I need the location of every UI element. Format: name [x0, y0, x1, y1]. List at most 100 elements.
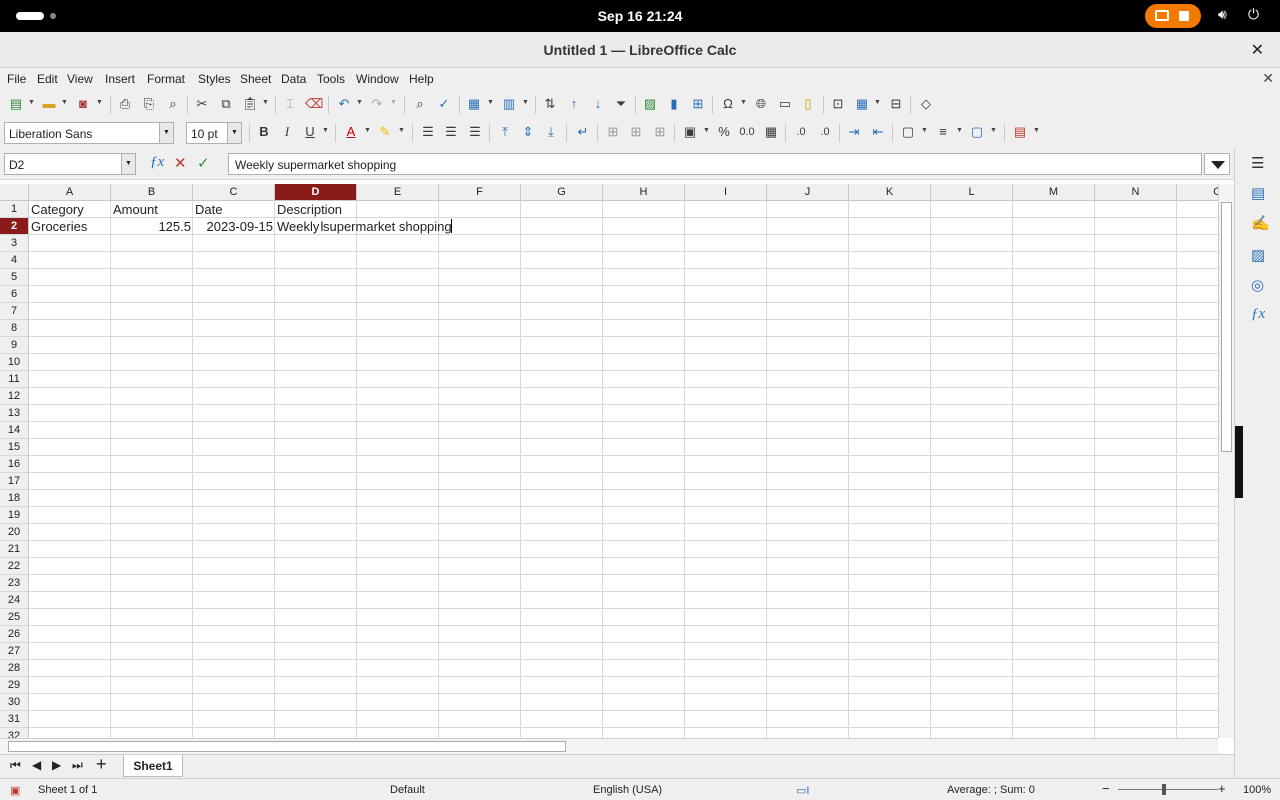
menu-tools[interactable]: Tools [317, 72, 345, 86]
column-header[interactable]: K [849, 184, 931, 201]
hyperlink-icon[interactable]: 🌐︎ [752, 95, 770, 113]
center-vertically-icon[interactable]: ⇕ [519, 123, 537, 141]
row-header[interactable]: 8 [0, 320, 29, 337]
wrap-text-icon[interactable]: ↵ [574, 123, 592, 141]
row-header[interactable]: 28 [0, 660, 29, 677]
show-draw-functions-icon[interactable]: ◇ [917, 95, 935, 113]
row-header[interactable]: 31 [0, 711, 29, 728]
row-header[interactable]: 26 [0, 626, 29, 643]
conditional-format-icon[interactable]: ▤ [1011, 123, 1029, 141]
chevron-down-icon[interactable]: ▼ [356, 99, 363, 106]
chevron-down-icon[interactable]: ▼ [28, 99, 35, 106]
cell-b1[interactable]: Amount [111, 201, 160, 218]
column-header[interactable]: I [685, 184, 767, 201]
select-all-corner[interactable] [0, 184, 29, 201]
row-header[interactable]: 18 [0, 490, 29, 507]
export-pdf-icon[interactable]: ⎙ [116, 95, 134, 113]
page-style[interactable]: Default [390, 784, 425, 796]
define-print-area-icon[interactable]: ⊡ [829, 95, 847, 113]
menu-sheet[interactable]: Sheet [240, 72, 271, 86]
spreadsheet-grid[interactable]: ABCDEFGHIJKLMNO 1 2 3 4 5 6 7 8 9 10 11 12 13 14 15 16 1… [0, 184, 1218, 738]
align-left-icon[interactable]: ☰ [419, 123, 437, 141]
last-sheet-icon[interactable]: ⏭ [72, 758, 83, 773]
volume-icon[interactable]: 🔊︎ [1218, 6, 1227, 23]
row-header[interactable]: 6 [0, 286, 29, 303]
cell-b2[interactable]: 125.5 [111, 218, 193, 235]
row-header[interactable]: 16 [0, 456, 29, 473]
print-preview-icon[interactable]: ⌕ [164, 95, 182, 113]
chevron-down-icon[interactable]: ▼ [487, 99, 494, 106]
row-header[interactable]: 21 [0, 541, 29, 558]
row-header[interactable]: 22 [0, 558, 29, 575]
column-header[interactable]: B [111, 184, 193, 201]
row-header[interactable]: 27 [0, 643, 29, 660]
delete-decimal-icon[interactable]: .0 [816, 123, 834, 141]
increase-indent-icon[interactable]: ⇥ [845, 123, 863, 141]
zoom-slider[interactable] [1118, 789, 1218, 790]
close-document-icon[interactable]: ✕ [1262, 70, 1274, 87]
function-wizard-icon[interactable]: ƒx [150, 154, 164, 171]
column-header[interactable]: F [439, 184, 521, 201]
chevron-down-icon[interactable]: ▼ [874, 99, 881, 106]
row-icon[interactable]: ▦ [465, 95, 483, 113]
unmerge-cells-icon[interactable]: ⊞ [651, 123, 669, 141]
column-header[interactable]: G [521, 184, 603, 201]
menu-styles[interactable]: Styles [198, 72, 231, 86]
properties-icon[interactable]: ▤ [1251, 184, 1265, 202]
row-header[interactable]: 30 [0, 694, 29, 711]
cell-d2[interactable]: Weekly supermarket shopping [275, 218, 454, 235]
chevron-down-icon[interactable]: ▼ [159, 123, 173, 143]
cell-c1[interactable]: Date [193, 201, 224, 218]
row-header[interactable]: 10 [0, 354, 29, 371]
special-character-icon[interactable]: Ω [719, 95, 737, 113]
column-header[interactable]: H [603, 184, 685, 201]
menu-help[interactable]: Help [409, 72, 434, 86]
cell-a1[interactable]: Category [29, 201, 86, 218]
row-header[interactable]: 7 [0, 303, 29, 320]
headers-footers-icon[interactable]: ▯ [799, 95, 817, 113]
row-header[interactable]: 24 [0, 592, 29, 609]
menu-window[interactable]: Window [356, 72, 399, 86]
zoom-out-button[interactable]: − [1102, 781, 1110, 796]
menu-view[interactable]: View [67, 72, 93, 86]
chevron-down-icon[interactable]: ▼ [956, 127, 963, 134]
row-header[interactable]: 29 [0, 677, 29, 694]
merge-cells-icon[interactable]: ⊞ [627, 123, 645, 141]
save-icon[interactable]: ◙ [74, 95, 92, 113]
column-icon[interactable]: ▥ [500, 95, 518, 113]
autofilter-icon[interactable]: ⏷ [612, 95, 630, 113]
decrease-indent-icon[interactable]: ⇤ [869, 123, 887, 141]
paste-icon[interactable]: 📋︎ [241, 95, 259, 113]
row-header[interactable]: 32 [0, 728, 29, 738]
expand-formula-bar-button[interactable] [1204, 153, 1230, 175]
gallery-icon[interactable]: ▨ [1251, 246, 1265, 264]
previous-sheet-icon[interactable]: ◀ [32, 758, 41, 772]
chevron-down-icon[interactable]: ▼ [262, 99, 269, 106]
power-icon[interactable]: ⏻ [1248, 6, 1259, 23]
undo-icon[interactable]: ↶ [335, 95, 353, 113]
insert-chart-icon[interactable]: ▮ [665, 95, 683, 113]
document-modified-icon[interactable]: ▣ [10, 784, 20, 797]
row-header[interactable]: 15 [0, 439, 29, 456]
chevron-down-icon[interactable]: ▼ [121, 154, 135, 174]
navigator-icon[interactable]: ◎ [1251, 276, 1264, 294]
styles-icon[interactable]: ✍ [1251, 214, 1270, 232]
bold-button[interactable]: B [255, 123, 273, 141]
cancel-icon[interactable]: ✕ [174, 154, 187, 172]
zoom-slider-knob[interactable] [1162, 784, 1166, 795]
clone-formatting-icon[interactable]: ⌶ [281, 95, 299, 113]
redo-icon[interactable]: ↷ [368, 95, 386, 113]
chevron-down-icon[interactable]: ▼ [921, 127, 928, 134]
column-header[interactable]: N [1095, 184, 1177, 201]
font-size-box[interactable]: 10 pt ▼ [186, 122, 242, 144]
add-decimal-icon[interactable]: .0 [792, 123, 810, 141]
insert-image-icon[interactable]: ▨ [641, 95, 659, 113]
row-header[interactable]: 23 [0, 575, 29, 592]
column-header[interactable]: L [931, 184, 1013, 201]
selection-stats[interactable]: Average: ; Sum: 0 [947, 784, 1035, 796]
copy-icon[interactable]: ⧉ [217, 95, 235, 113]
sidebar-resize-handle[interactable] [1235, 426, 1243, 498]
sheet-tab[interactable]: Sheet1 [123, 755, 183, 777]
split-window-icon[interactable]: ⊟ [887, 95, 905, 113]
chevron-down-icon[interactable]: ▼ [96, 99, 103, 106]
